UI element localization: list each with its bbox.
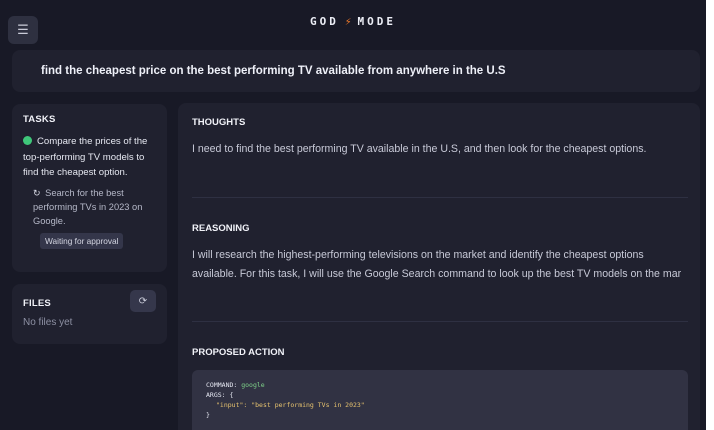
proposed-action-title: PROPOSED ACTION	[192, 347, 285, 358]
agent-output-panel: THOUGHTS I need to find the best perform…	[178, 103, 700, 430]
goal-banner: find the cheapest price on the best perf…	[12, 50, 700, 92]
task-text: Compare the prices of the top-performing…	[23, 136, 148, 178]
divider	[192, 321, 688, 322]
files-panel: FILES ⟳ No files yet	[12, 284, 167, 344]
code-line: COMMAND: google	[206, 380, 674, 390]
close-brace: }	[206, 411, 210, 419]
refresh-icon: ⟳	[138, 295, 148, 307]
command-value: google	[241, 381, 265, 389]
args-key: ARGS: {	[206, 391, 234, 399]
command-key: COMMAND:	[206, 381, 238, 389]
tasks-heading: TASKS	[23, 114, 56, 125]
files-heading: FILES	[23, 297, 51, 309]
reasoning-title: REASONING	[192, 223, 250, 234]
task-status-dot-icon	[23, 136, 32, 145]
divider	[192, 197, 688, 198]
brand-right: MODE	[357, 15, 396, 28]
files-header: FILES ⟳	[23, 290, 156, 312]
lightning-bolt-icon: ⚡	[344, 15, 352, 28]
code-line: }	[206, 410, 674, 420]
brand-left: GOD	[310, 15, 339, 28]
app-window: ☰ GOD ⚡ MODE find the cheapest price on th…	[0, 0, 706, 430]
files-empty-text: No files yet	[23, 317, 73, 328]
refresh-files-button[interactable]: ⟳	[130, 290, 156, 312]
command-code-block: COMMAND: google ARGS: { "input": "best p…	[192, 370, 688, 430]
thoughts-title: THOUGHTS	[192, 117, 246, 128]
input-value: "best performing TVs in 2023"	[251, 401, 365, 409]
spinner-icon: ↻	[33, 187, 41, 198]
app-title: GOD ⚡ MODE	[0, 15, 706, 28]
reasoning-section: REASONING I will research the highest-pe…	[192, 223, 688, 283]
tasks-panel: TASKS Compare the prices of the top-perf…	[12, 104, 167, 272]
subtask-item: ↻ Search for the best performing TVs in …	[23, 186, 156, 228]
task-item: Compare the prices of the top-performing…	[23, 134, 156, 181]
reasoning-text: I will research the highest-performing t…	[192, 249, 682, 280]
proposed-action-section: PROPOSED ACTION	[192, 347, 688, 358]
status-badge: Waiting for approval	[40, 232, 124, 249]
subtask-text: Search for the best performing TVs in 20…	[33, 187, 143, 226]
input-key: "input":	[216, 401, 248, 409]
goal-text: find the cheapest price on the best perf…	[41, 65, 506, 77]
code-line: "input": "best performing TVs in 2023"	[206, 400, 674, 410]
thoughts-text: I need to find the best performing TV av…	[192, 143, 647, 155]
code-line: ARGS: {	[206, 390, 674, 400]
thoughts-section: THOUGHTS I need to find the best perform…	[192, 117, 688, 159]
top-bar: ☰ GOD ⚡ MODE	[0, 0, 706, 44]
